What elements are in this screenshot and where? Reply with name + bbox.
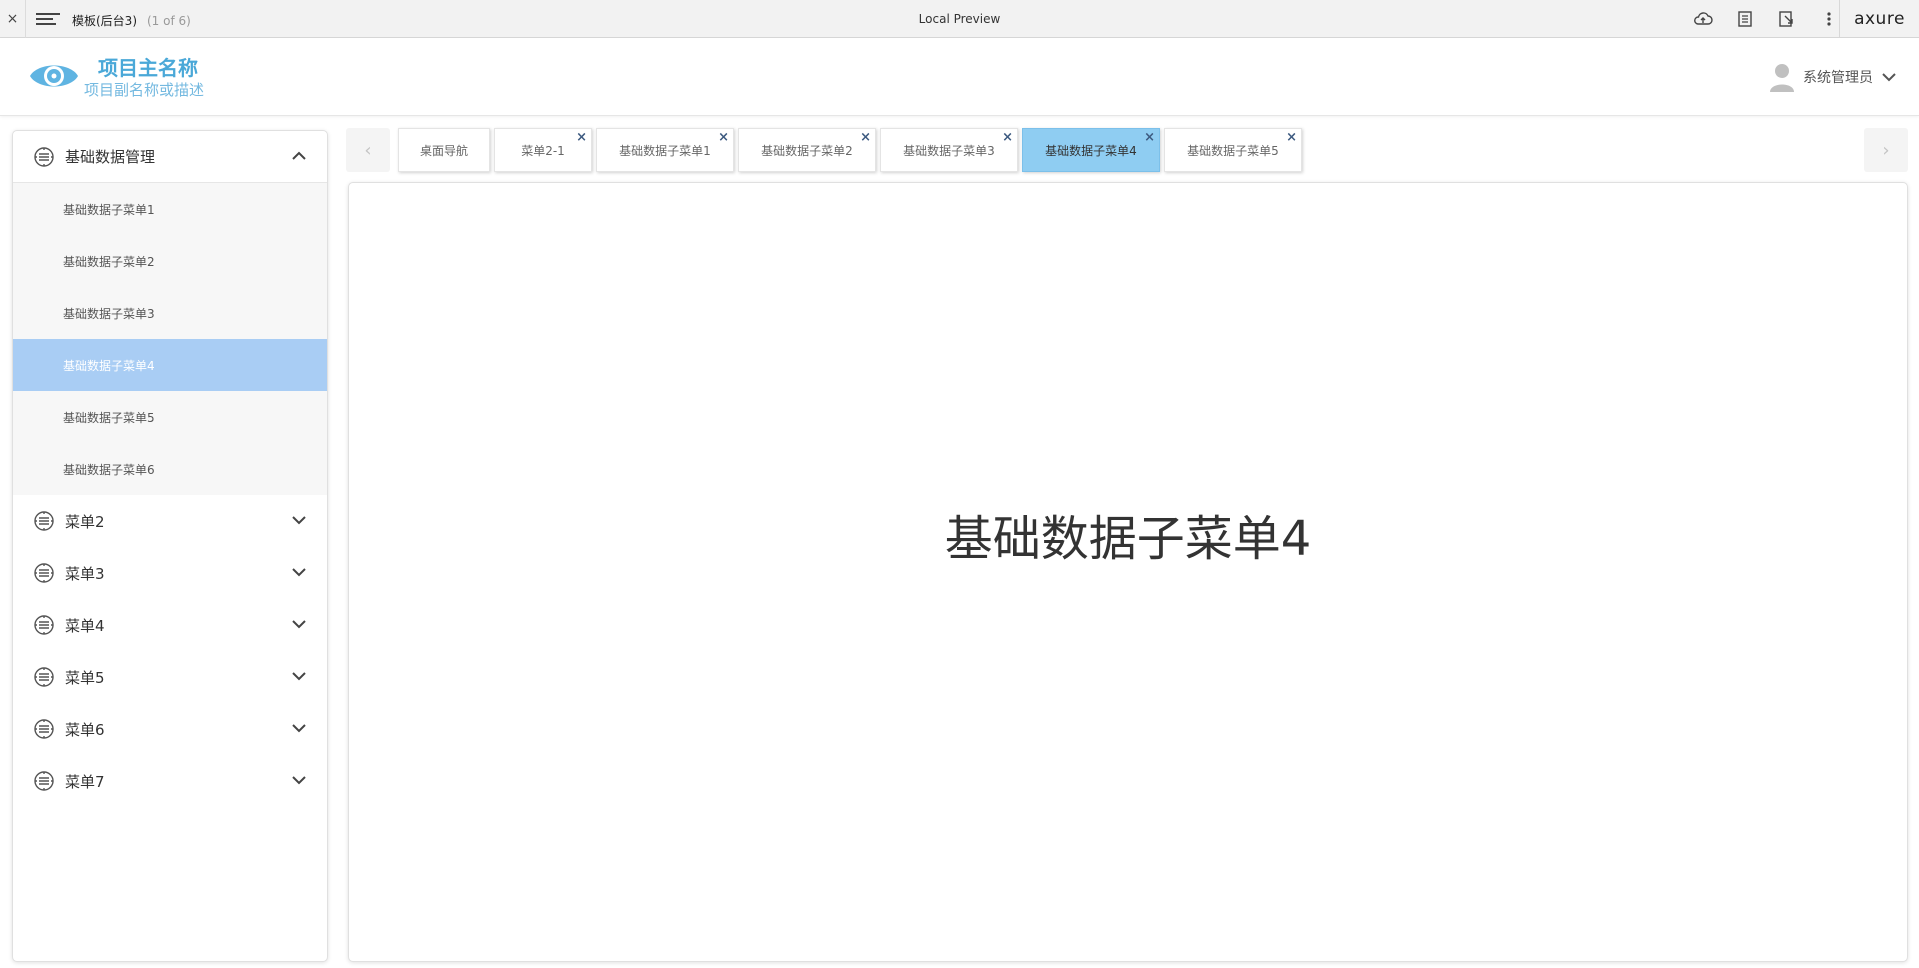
tab-desktop-nav[interactable]: 桌面导航 <box>398 128 490 172</box>
app-header: 项目主名称 项目副名称或描述 系统管理员 <box>0 38 1919 116</box>
sidebar-group-label: 菜单3 <box>65 564 105 583</box>
tab-label: 基础数据子菜单4 <box>1045 143 1137 158</box>
more-options-icon[interactable] <box>1819 9 1839 29</box>
sidebar-group-label: 菜单2 <box>65 512 105 531</box>
content-title: 基础数据子菜单4 <box>944 511 1312 567</box>
layers-circle-icon <box>34 146 54 167</box>
user-avatar-icon <box>1770 64 1794 92</box>
sidebar-item-basic-data-3[interactable]: 基础数据子菜单3 <box>13 287 327 339</box>
chevron-down-icon <box>292 620 306 629</box>
tab-close-icon[interactable]: × <box>1144 131 1155 145</box>
layers-circle-icon <box>34 511 54 531</box>
page-name: 模板(后台3) <box>72 14 137 28</box>
notes-icon[interactable] <box>1735 9 1755 29</box>
chevron-down-icon <box>292 776 306 785</box>
sidebar-group-label: 菜单7 <box>65 772 105 791</box>
pages-menu-icon[interactable] <box>36 10 60 28</box>
close-preview-button[interactable]: × <box>0 0 26 38</box>
user-menu[interactable]: 系统管理员 <box>1769 62 1897 92</box>
tab-close-icon[interactable]: × <box>576 131 587 145</box>
chevron-down-icon <box>292 672 306 681</box>
preview-actions <box>1693 0 1839 38</box>
chevron-down-icon <box>292 516 306 525</box>
user-name: 系统管理员 <box>1803 70 1873 86</box>
tab-menu2-1[interactable]: 菜单2-1 × <box>494 128 592 172</box>
cloud-upload-icon[interactable] <box>1693 9 1713 29</box>
tab-basic-data-1[interactable]: 基础数据子菜单1 × <box>596 128 734 172</box>
sidebar-item-basic-data-5[interactable]: 基础数据子菜单5 <box>13 391 327 443</box>
page-count: (1 of 6) <box>147 14 191 28</box>
tab-label: 基础数据子菜单2 <box>761 143 853 158</box>
tab-scroll-left-button[interactable]: ‹ <box>346 128 390 172</box>
sidebar-group-menu5[interactable]: 菜单5 <box>13 651 327 703</box>
tab-label: 基础数据子菜单3 <box>903 143 995 158</box>
sidebar-group-label: 菜单5 <box>65 668 105 687</box>
tab-close-icon[interactable]: × <box>1002 131 1013 145</box>
preview-title: Local Preview <box>918 12 1001 26</box>
sidebar-nav: 基础数据管理 基础数据子菜单1 基础数据子菜单2 基础数据子菜单3 基础数据子菜… <box>12 130 328 962</box>
chevron-down-icon <box>292 568 306 577</box>
sidebar-item-label: 基础数据子菜单3 <box>63 306 155 321</box>
layers-circle-icon <box>34 719 54 739</box>
chevron-up-icon <box>292 151 306 160</box>
sidebar-submenu-basic-data: 基础数据子菜单1 基础数据子菜单2 基础数据子菜单3 基础数据子菜单4 基础数据… <box>13 183 327 495</box>
layers-circle-icon <box>34 615 54 635</box>
sidebar-group-label: 菜单4 <box>65 616 105 635</box>
eye-logo-icon <box>30 65 78 87</box>
sidebar-group-menu6[interactable]: 菜单6 <box>13 703 327 755</box>
layers-circle-icon <box>34 771 54 791</box>
tab-basic-data-4[interactable]: 基础数据子菜单4 × <box>1022 128 1160 172</box>
sidebar-item-label: 基础数据子菜单5 <box>63 410 155 425</box>
sidebar-group-menu7[interactable]: 菜单7 <box>13 755 327 807</box>
sidebar-item-basic-data-4[interactable]: 基础数据子菜单4 <box>13 339 327 391</box>
tab-basic-data-3[interactable]: 基础数据子菜单3 × <box>880 128 1018 172</box>
preview-toolbar: × 模板(后台3) (1 of 6) Local Preview axure <box>0 0 1919 38</box>
tab-label: 基础数据子菜单5 <box>1187 143 1279 158</box>
current-page-label: 模板(后台3) (1 of 6) <box>72 12 191 29</box>
sidebar-group-menu4[interactable]: 菜单4 <box>13 599 327 651</box>
sidebar-group-menu2[interactable]: 菜单2 <box>13 495 327 547</box>
axure-brand[interactable]: axure <box>1839 0 1919 38</box>
sidebar-group-label: 菜单6 <box>65 720 105 739</box>
sidebar-item-label: 基础数据子菜单2 <box>63 254 155 269</box>
sidebar-item-label: 基础数据子菜单4 <box>63 358 155 373</box>
tab-close-icon[interactable]: × <box>718 131 729 145</box>
tab-basic-data-2[interactable]: 基础数据子菜单2 × <box>738 128 876 172</box>
sidebar-item-basic-data-6[interactable]: 基础数据子菜单6 <box>13 443 327 495</box>
inspect-icon[interactable] <box>1777 9 1797 29</box>
sidebar-item-basic-data-2[interactable]: 基础数据子菜单2 <box>13 235 327 287</box>
project-title: 项目主名称 <box>98 56 198 80</box>
chevron-down-icon <box>1882 73 1896 82</box>
sidebar-group-menu3[interactable]: 菜单3 <box>13 547 327 599</box>
layers-circle-icon <box>34 563 54 583</box>
sidebar-item-label: 基础数据子菜单1 <box>63 202 155 217</box>
sidebar-group-label: 基础数据管理 <box>65 148 156 166</box>
layers-circle-icon <box>34 667 54 687</box>
project-subtitle: 项目副名称或描述 <box>84 81 205 99</box>
sidebar-group-basic-data[interactable]: 基础数据管理 <box>13 131 327 183</box>
sidebar-item-basic-data-1[interactable]: 基础数据子菜单1 <box>13 183 327 235</box>
tab-label: 菜单2-1 <box>521 143 565 158</box>
tab-label: 桌面导航 <box>419 143 468 158</box>
chevron-down-icon <box>292 724 306 733</box>
tab-scroll-right-button[interactable]: › <box>1864 128 1908 172</box>
tab-close-icon[interactable]: × <box>1286 131 1297 145</box>
content-panel: 基础数据子菜单4 <box>348 182 1908 962</box>
tab-basic-data-5[interactable]: 基础数据子菜单5 × <box>1164 128 1302 172</box>
tab-bar: ‹ 桌面导航 菜单2-1 × 基础数据子菜单1 × 基础数据子菜单2 × 基础数… <box>346 128 1908 174</box>
tab-close-icon[interactable]: × <box>860 131 871 145</box>
tab-label: 基础数据子菜单1 <box>619 143 711 158</box>
sidebar-item-label: 基础数据子菜单6 <box>63 462 155 477</box>
